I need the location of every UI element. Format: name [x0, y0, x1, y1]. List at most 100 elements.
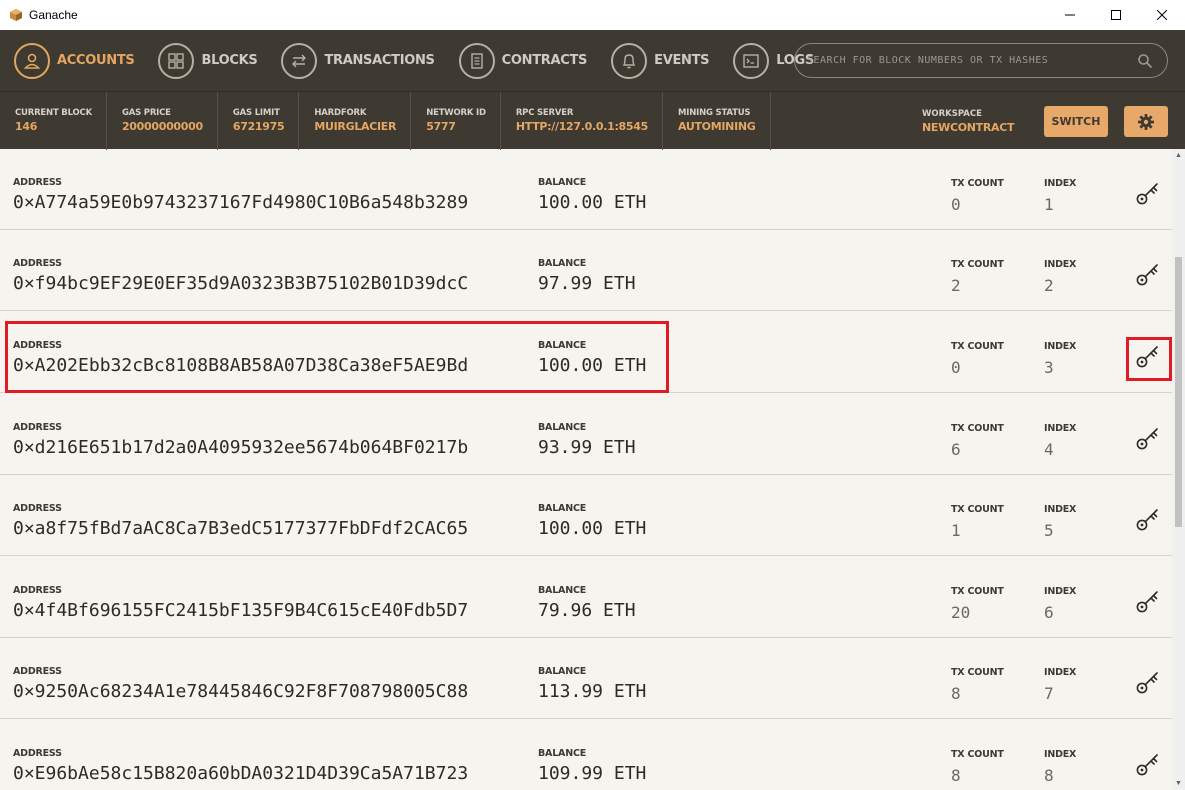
account-tx-count: 1	[951, 521, 961, 540]
search-input[interactable]: SEARCH FOR BLOCK NUMBERS OR TX HASHES	[794, 43, 1168, 78]
account-index: 8	[1044, 766, 1054, 785]
key-icon[interactable]	[1135, 180, 1161, 206]
switch-workspace-button[interactable]: SWITCH	[1044, 106, 1108, 137]
scroll-down-icon[interactable]: ▼	[1172, 777, 1185, 790]
close-button[interactable]	[1139, 0, 1185, 30]
account-row[interactable]: ADDRESS 0×4f4Bf696155FC2415bF135F9B4C615c…	[0, 557, 1172, 638]
address-label: ADDRESS	[13, 748, 62, 759]
account-row[interactable]: ADDRESS 0×A774a59E0b9743237167Fd4980C10B6…	[0, 149, 1172, 230]
stat-key: GAS PRICE	[121, 108, 171, 118]
minimize-button[interactable]	[1047, 0, 1093, 30]
main-nav: ACCOUNTS BLOCKS TRANSACTIONS CONTRACTS E…	[0, 30, 1185, 91]
workspace-key: WORKSPACE	[922, 108, 982, 119]
stat-rpc-server: RPC SERVER HTTP://127.0.0.1:8545	[501, 91, 663, 150]
address-label: ADDRESS	[13, 503, 62, 514]
nav-contracts[interactable]: CONTRACTS	[458, 30, 588, 91]
address-label: ADDRESS	[13, 258, 62, 269]
maximize-icon	[1111, 10, 1121, 20]
key-icon[interactable]	[1135, 669, 1161, 695]
stat-value: 146	[15, 120, 38, 133]
index-label: INDEX	[1044, 178, 1077, 189]
scrollbar[interactable]: ▲ ▼	[1172, 149, 1185, 790]
maximize-button[interactable]	[1093, 0, 1139, 30]
key-icon[interactable]	[1135, 425, 1161, 451]
balance-label: BALANCE	[538, 666, 587, 677]
key-icon[interactable]	[1135, 506, 1161, 532]
balance-label: BALANCE	[538, 258, 587, 269]
ganache-logo-icon	[10, 9, 22, 21]
balance-label: BALANCE	[538, 177, 587, 188]
logs-icon	[733, 42, 770, 79]
account-index: 3	[1044, 358, 1054, 377]
workspace-value: NEWCONTRACT	[922, 120, 1015, 134]
account-index: 4	[1044, 440, 1054, 459]
index-label: INDEX	[1044, 423, 1077, 434]
stat-value: 20000000000	[121, 120, 203, 133]
search-placeholder: SEARCH FOR BLOCK NUMBERS OR TX HASHES	[807, 55, 1049, 66]
account-row[interactable]: ADDRESS 0×d216E651b17d2a0A4095932ee5674b0…	[0, 394, 1172, 475]
account-index: 1	[1044, 195, 1054, 214]
address-label: ADDRESS	[13, 422, 62, 433]
nav-transactions-label: TRANSACTIONS	[324, 53, 435, 68]
nav-contracts-label: CONTRACTS	[501, 53, 588, 68]
workspace-info: WORKSPACE NEWCONTRACT	[922, 92, 1015, 150]
account-balance: 113.99 ETH	[538, 681, 647, 702]
account-balance: 100.00 ETH	[538, 518, 647, 539]
scroll-up-icon[interactable]: ▲	[1172, 149, 1185, 162]
settings-button[interactable]	[1124, 106, 1168, 137]
account-balance: 97.99 ETH	[538, 273, 636, 294]
account-tx-count: 20	[951, 603, 971, 622]
window-titlebar: Ganache	[0, 0, 1185, 30]
tx-count-label: TX COUNT	[951, 341, 1004, 352]
tx-count-label: TX COUNT	[951, 667, 1004, 678]
status-bar: CURRENT BLOCK 146 GAS PRICE 20000000000 …	[0, 91, 1185, 150]
account-balance: 79.96 ETH	[538, 600, 636, 621]
account-row[interactable]: ADDRESS 0×9250Ac68234A1e78445846C92F8F708…	[0, 638, 1172, 719]
account-index: 2	[1044, 276, 1054, 295]
index-label: INDEX	[1044, 586, 1077, 597]
account-row[interactable]: ADDRESS 0×f94bc9EF29E0EF35d9A0323B3B75102…	[0, 230, 1172, 311]
transactions-icon	[281, 42, 318, 79]
accounts-list: ADDRESS 0×A774a59E0b9743237167Fd4980C10B6…	[0, 149, 1185, 790]
window-title: Ganache	[29, 8, 78, 22]
stat-value: 5777	[426, 120, 456, 133]
stat-mining-status: MINING STATUS AUTOMINING	[663, 91, 771, 150]
bell-icon	[611, 42, 648, 79]
highlight-box-key-icon	[1126, 337, 1172, 381]
stat-key: HARDFORK	[314, 108, 367, 118]
nav-transactions[interactable]: TRANSACTIONS	[281, 30, 435, 91]
stat-value: HTTP://127.0.0.1:8545	[515, 120, 648, 133]
nav-events[interactable]: EVENTS	[611, 30, 710, 91]
tx-count-label: TX COUNT	[951, 259, 1004, 270]
gear-icon	[1138, 113, 1154, 130]
scrollbar-thumb[interactable]	[1175, 257, 1182, 527]
index-label: INDEX	[1044, 749, 1077, 760]
nav-accounts[interactable]: ACCOUNTS	[14, 30, 135, 91]
key-icon[interactable]	[1135, 261, 1161, 287]
contracts-icon	[458, 42, 495, 79]
blocks-icon	[158, 42, 195, 79]
search-icon[interactable]	[1137, 53, 1153, 69]
account-row[interactable]: ADDRESS 0×E96bAe58c15B820a60bDA0321D4D39C…	[0, 720, 1172, 790]
nav-blocks[interactable]: BLOCKS	[158, 30, 258, 91]
address-label: ADDRESS	[13, 666, 62, 677]
stat-value: AUTOMINING	[677, 120, 756, 133]
stat-key: RPC SERVER	[515, 108, 574, 118]
key-icon[interactable]	[1135, 751, 1161, 777]
stat-key: MINING STATUS	[677, 108, 751, 118]
account-tx-count: 8	[951, 684, 961, 703]
index-label: INDEX	[1044, 259, 1077, 270]
stat-key: NETWORK ID	[426, 108, 486, 118]
stat-network-id: NETWORK ID 5777	[411, 91, 501, 150]
account-address: 0×4f4Bf696155FC2415bF135F9B4C615cE40Fdb5…	[13, 600, 469, 621]
address-label: ADDRESS	[13, 585, 62, 596]
account-row[interactable]: ADDRESS 0×a8f75fBd7aAC8Ca7B3edC5177377FbD…	[0, 475, 1172, 556]
key-icon[interactable]	[1135, 588, 1161, 614]
balance-label: BALANCE	[538, 585, 587, 596]
tx-count-label: TX COUNT	[951, 586, 1004, 597]
stat-key: CURRENT BLOCK	[15, 108, 92, 118]
highlight-box-account-details	[5, 321, 669, 393]
stat-value: MUIRGLACIER	[314, 120, 397, 133]
account-index: 5	[1044, 521, 1054, 540]
balance-label: BALANCE	[538, 422, 587, 433]
